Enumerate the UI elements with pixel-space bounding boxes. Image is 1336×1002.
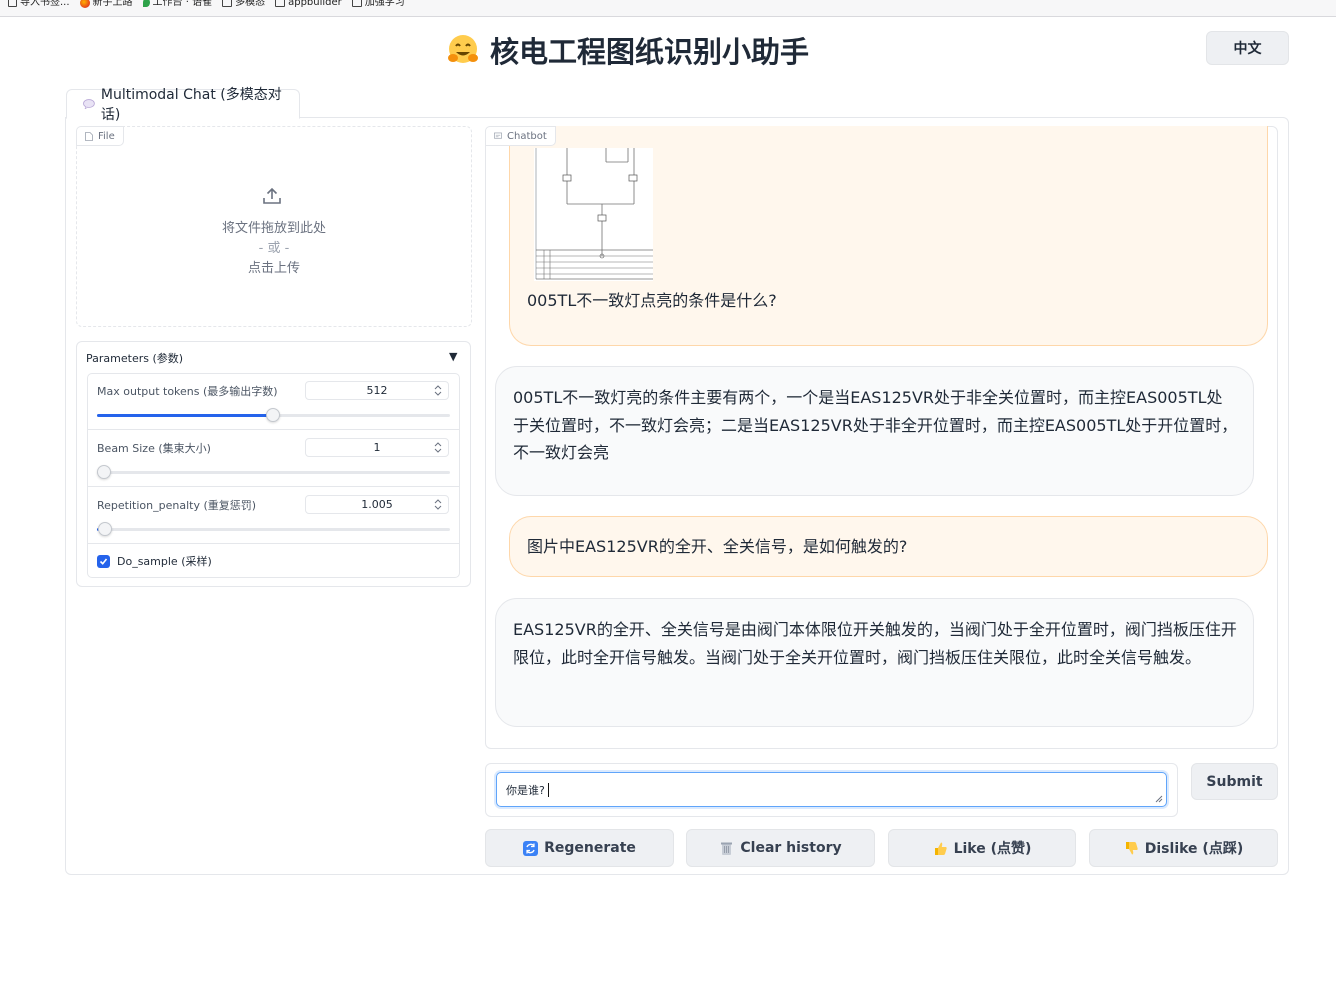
- regenerate-button[interactable]: Regenerate: [485, 829, 674, 867]
- thumbs-up-icon: [934, 842, 947, 855]
- chat-message-bot: EAS125VR的全开、全关信号是由阀门本体限位开关触发的，当阀门处于全开位置时…: [495, 598, 1254, 727]
- bookmark-folder-appbuilder[interactable]: appbuilder: [275, 0, 342, 8]
- bookmark-import[interactable]: 导入书签...: [8, 0, 70, 8]
- max-tokens-input[interactable]: 512: [305, 381, 449, 400]
- drop-text: 将文件拖放到此处: [221, 221, 326, 236]
- page-title: 核电工程图纸识别小助手: [446, 30, 809, 70]
- param-beam-size: Beam Size (集束大小) 1: [87, 430, 460, 487]
- folder-icon: [275, 0, 286, 7]
- leaf-icon: [142, 0, 150, 7]
- chatbot-label: Chatbot: [485, 126, 556, 146]
- message-input[interactable]: 你是谁?: [496, 772, 1167, 807]
- message-text: 005TL不一致灯点亮的条件是什么?: [527, 291, 777, 310]
- upload-icon: [263, 187, 281, 204]
- message-text: EAS125VR的全开、全关信号是由阀门本体限位开关触发的，当阀门处于全开位置时…: [513, 620, 1237, 667]
- checkmark-icon: [99, 557, 108, 565]
- folder-icon: [222, 0, 233, 7]
- max-tokens-label: Max output tokens (最多输出字数): [97, 385, 278, 398]
- beam-size-label: Beam Size (集束大小): [97, 442, 211, 455]
- param-max-tokens: Max output tokens (最多输出字数) 512: [87, 373, 460, 430]
- trash-icon: [721, 842, 733, 855]
- like-button[interactable]: Like (点赞): [888, 829, 1076, 867]
- firefox-icon: [79, 0, 90, 8]
- bookmark-getting-started[interactable]: 新手上路: [79, 0, 133, 8]
- spinner-arrows-icon[interactable]: [434, 384, 442, 397]
- or-text: - 或 -: [258, 241, 290, 256]
- hugging-face-emoji-icon: [448, 35, 478, 63]
- resize-handle-icon[interactable]: [1154, 794, 1163, 803]
- do-sample-checkbox[interactable]: [97, 554, 110, 568]
- collapse-caret-icon[interactable]: ▼: [449, 350, 457, 363]
- repetition-penalty-label: Repetition_penalty (重复惩罚): [97, 499, 257, 512]
- clear-history-button[interactable]: Clear history: [686, 829, 875, 867]
- submit-button[interactable]: Submit: [1191, 763, 1278, 800]
- message-text: 图片中EAS125VR的全开、全关信号，是如何触发的?: [527, 537, 908, 556]
- param-repetition-penalty: Repetition_penalty (重复惩罚) 1.005: [87, 487, 460, 544]
- beam-size-slider[interactable]: [97, 465, 450, 479]
- repetition-penalty-input[interactable]: 1.005: [305, 495, 449, 514]
- slider-fill: [97, 414, 273, 417]
- dislike-button[interactable]: Dislike (点踩): [1089, 829, 1278, 867]
- do-sample-checkbox-row[interactable]: Do_sample (采样): [97, 553, 212, 569]
- bookmarks-bar: 导入书签... 新手上路 工作台 · 语雀 多模态 appbuilder 加强学…: [0, 0, 1336, 17]
- file-label: File: [76, 126, 124, 146]
- slider-thumb[interactable]: [98, 522, 112, 536]
- bookmark-folder-multimodal[interactable]: 多模态: [222, 0, 265, 8]
- parameters-title[interactable]: Parameters (参数): [86, 350, 183, 366]
- refresh-icon: [523, 840, 539, 856]
- spinner-arrows-icon[interactable]: [434, 441, 442, 454]
- spinner-arrows-icon[interactable]: [434, 498, 442, 511]
- thumbs-down-icon: [1125, 841, 1138, 854]
- slider-thumb[interactable]: [266, 408, 280, 422]
- import-icon: [8, 0, 17, 7]
- tab-multimodal-chat[interactable]: Multimodal Chat (多模态对话): [66, 87, 300, 123]
- language-button[interactable]: 中文: [1206, 31, 1289, 65]
- engineering-drawing-image: [534, 148, 653, 281]
- chat-message-bot: 005TL不一致灯亮的条件主要有两个，一个是当EAS125VR处于非全关位置时，…: [495, 366, 1254, 496]
- repetition-penalty-slider[interactable]: [97, 522, 450, 536]
- bookmark-folder-rl[interactable]: 加强学习: [351, 0, 405, 8]
- chat-message-user: 图片中EAS125VR的全开、全关信号，是如何触发的?: [509, 516, 1268, 577]
- file-icon: [85, 131, 93, 141]
- speech-bubble-icon: [83, 99, 95, 109]
- chat-icon: [494, 132, 502, 139]
- slider-thumb[interactable]: [97, 465, 111, 479]
- max-tokens-slider[interactable]: [97, 408, 450, 422]
- folder-icon: [351, 0, 362, 7]
- click-upload-text[interactable]: 点击上传: [76, 257, 472, 276]
- beam-size-input[interactable]: 1: [305, 438, 449, 457]
- bookmark-yuque[interactable]: 工作台 · 语雀: [142, 0, 212, 8]
- text-caret: [547, 783, 549, 797]
- message-text: 005TL不一致灯亮的条件主要有两个，一个是当EAS125VR处于非全关位置时，…: [513, 388, 1238, 462]
